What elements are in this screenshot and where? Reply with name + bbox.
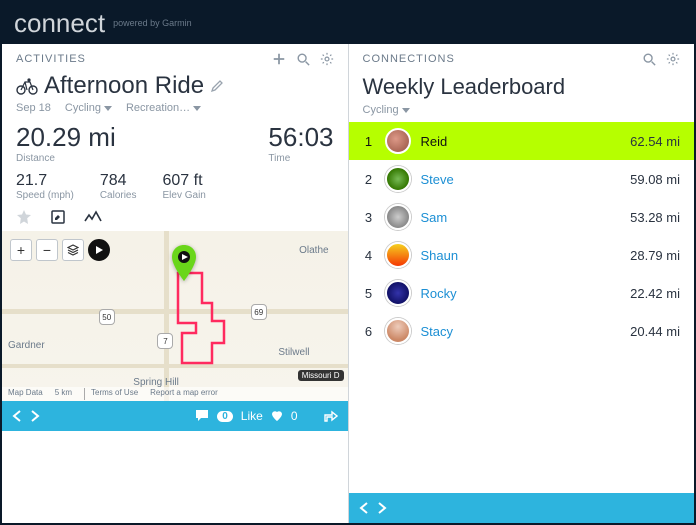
graph-icon[interactable] — [84, 210, 102, 224]
app-header: connect powered by Garmin — [2, 2, 694, 44]
route-shield: 50 — [99, 309, 115, 325]
chevron-down-icon — [193, 106, 201, 111]
prev-button[interactable] — [359, 502, 369, 514]
user-distance: 22.42 mi — [630, 286, 680, 301]
comment-count: 0 — [217, 411, 233, 422]
map-label-gardner: Gardner — [8, 340, 45, 351]
speed-value: 21.7 — [16, 172, 74, 190]
rank: 3 — [363, 210, 375, 225]
brand-logo: connect — [14, 8, 105, 39]
activity-title: Afternoon Ride — [44, 72, 204, 100]
activity-map[interactable]: Gardner Olathe Spring Hill Stilwell 50 7… — [2, 231, 348, 401]
like-label[interactable]: Like — [241, 409, 263, 423]
cycling-icon — [16, 77, 38, 95]
rank: 2 — [363, 172, 375, 187]
leaderboard-row[interactable]: 4 Shaun 28.79 mi — [349, 236, 695, 274]
connections-footer — [349, 493, 695, 523]
zoom-out-button[interactable]: − — [36, 239, 58, 261]
user-name: Reid — [421, 134, 621, 149]
avatar — [385, 242, 411, 268]
connections-panel: CONNECTIONS Weekly Leaderboard Cycling 1… — [349, 44, 695, 523]
layers-button[interactable] — [62, 239, 84, 261]
leaderboard-row[interactable]: 3 Sam 53.28 mi — [349, 198, 695, 236]
map-footer: Map Data 5 km Terms of Use Report a map … — [2, 387, 348, 401]
route-trace — [168, 268, 248, 378]
rank: 5 — [363, 286, 375, 301]
avatar — [385, 204, 411, 230]
user-distance: 53.28 mi — [630, 210, 680, 225]
leaderboard-row[interactable]: 5 Rocky 22.42 mi — [349, 274, 695, 312]
rank: 6 — [363, 324, 375, 339]
activity-type-dropdown[interactable]: Cycling — [65, 102, 112, 114]
prev-button[interactable] — [12, 410, 22, 422]
user-name: Steve — [421, 172, 621, 187]
like-count: 0 — [291, 409, 298, 423]
avatar — [385, 128, 411, 154]
start-pin-icon — [171, 245, 197, 281]
heart-icon[interactable] — [271, 410, 283, 422]
state-badge: Missouri D — [298, 370, 344, 381]
rank: 4 — [363, 248, 375, 263]
activities-panel: ACTIVITIES Afternoon Ride Sep 18 Cycling… — [2, 44, 349, 523]
leaderboard-row[interactable]: 6 Stacy 20.44 mi — [349, 312, 695, 350]
gear-icon[interactable] — [666, 52, 680, 66]
comment-icon[interactable] — [195, 409, 209, 423]
leaderboard-filter-dropdown[interactable]: Cycling — [349, 102, 695, 122]
activity-subtype-dropdown[interactable]: Recreation… — [126, 102, 201, 114]
user-name: Shaun — [421, 248, 621, 263]
time-value: 56:03 — [268, 122, 333, 153]
connections-heading: CONNECTIONS — [363, 53, 643, 65]
time-label: Time — [268, 153, 333, 164]
search-icon[interactable] — [642, 52, 656, 66]
favorite-icon[interactable] — [16, 209, 32, 225]
add-icon[interactable] — [272, 52, 286, 66]
calories-label: Calories — [100, 190, 137, 201]
leaderboard-list: 1 Reid 62.54 mi 2 Steve 59.08 mi 3 Sam 5… — [349, 122, 695, 493]
gear-icon[interactable] — [320, 52, 334, 66]
play-button[interactable] — [88, 239, 110, 261]
leaderboard-title: Weekly Leaderboard — [349, 70, 695, 102]
activity-date: Sep 18 — [16, 102, 51, 114]
zoom-in-button[interactable]: + — [10, 239, 32, 261]
activities-heading: ACTIVITIES — [16, 53, 272, 65]
map-label-olathe: Olathe — [299, 245, 328, 256]
map-label-stilwell: Stilwell — [278, 347, 309, 358]
user-distance: 59.08 mi — [630, 172, 680, 187]
avatar — [385, 318, 411, 344]
leaderboard-row[interactable]: 2 Steve 59.08 mi — [349, 160, 695, 198]
share-icon[interactable] — [324, 410, 338, 422]
chevron-down-icon — [402, 108, 410, 113]
next-button[interactable] — [30, 410, 40, 422]
route-shield: 69 — [251, 304, 267, 320]
next-button[interactable] — [377, 502, 387, 514]
rank: 1 — [363, 134, 375, 149]
chevron-down-icon — [104, 106, 112, 111]
user-name: Sam — [421, 210, 621, 225]
avatar — [385, 280, 411, 306]
distance-value: 20.29 mi — [16, 122, 116, 153]
edit-title-icon[interactable] — [210, 79, 224, 93]
user-distance: 28.79 mi — [630, 248, 680, 263]
speed-label: Speed (mph) — [16, 190, 74, 201]
activities-footer: 0 Like 0 — [2, 401, 348, 431]
distance-label: Distance — [16, 153, 116, 164]
elev-label: Elev Gain — [163, 190, 206, 201]
user-distance: 20.44 mi — [630, 324, 680, 339]
leaderboard-row[interactable]: 1 Reid 62.54 mi — [349, 122, 695, 160]
brand-tagline: powered by Garmin — [113, 18, 192, 28]
avatar — [385, 166, 411, 192]
calories-value: 784 — [100, 172, 137, 190]
search-icon[interactable] — [296, 52, 310, 66]
user-name: Rocky — [421, 286, 621, 301]
user-name: Stacy — [421, 324, 621, 339]
edit-icon[interactable] — [50, 209, 66, 225]
elev-value: 607 ft — [163, 172, 206, 190]
user-distance: 62.54 mi — [630, 134, 680, 149]
